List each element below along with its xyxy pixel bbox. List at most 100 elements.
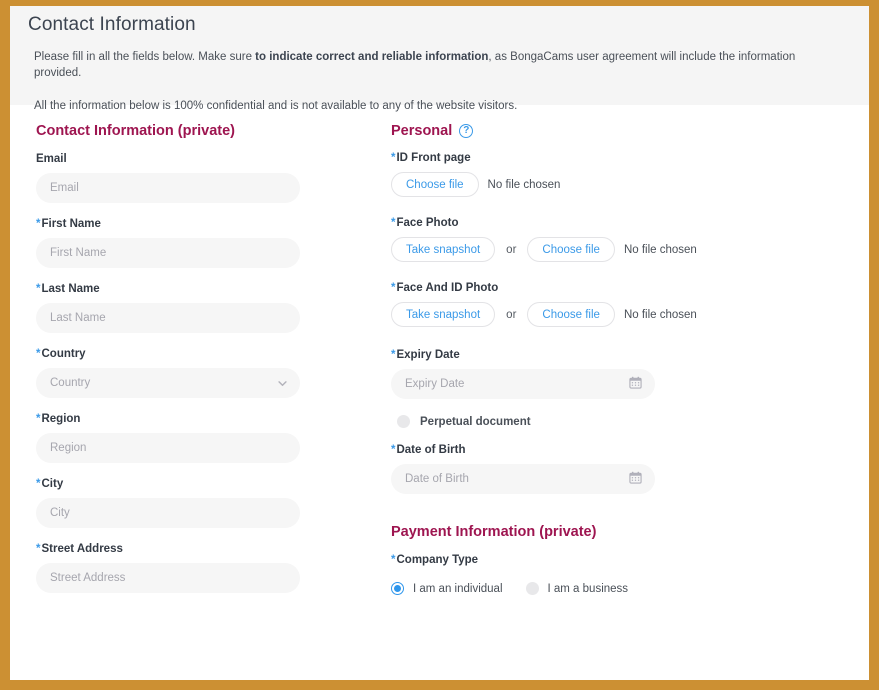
perpetual-document-row[interactable]: Perpetual document: [397, 415, 842, 428]
label-city-text: City: [41, 478, 64, 490]
label-face-and-id-photo: *Face And ID Photo: [391, 282, 842, 294]
label-region: *Region: [36, 413, 382, 425]
field-email: Email Email: [36, 153, 382, 203]
country-select[interactable]: Country: [36, 368, 300, 398]
last-name-input[interactable]: Last Name: [36, 303, 300, 333]
calendar-icon[interactable]: [629, 471, 642, 487]
label-country-text: Country: [41, 348, 86, 360]
id-front-choose-file-button[interactable]: Choose file: [391, 172, 479, 197]
label-expiry-date: *Expiry Date: [391, 349, 842, 361]
region-input[interactable]: Region: [36, 433, 300, 463]
personal-title-text: Personal: [391, 123, 453, 139]
last-name-placeholder: Last Name: [50, 312, 106, 324]
date-of-birth-input[interactable]: Date of Birth: [391, 464, 655, 494]
page-frame: Contact Information Please fill in all t…: [0, 0, 879, 690]
label-expiry-date-text: Expiry Date: [396, 349, 460, 361]
field-id-front-page: *ID Front page Choose file No file chose…: [391, 152, 842, 197]
face-photo-choose-file-button[interactable]: Choose file: [527, 237, 615, 262]
face-and-id-choose-file-button[interactable]: Choose file: [527, 302, 615, 327]
required-asterisk: *: [36, 543, 41, 555]
radio-individual-label: I am an individual: [413, 582, 503, 595]
payment-section-title: Payment Information (private): [391, 524, 597, 540]
expiry-date-input[interactable]: Expiry Date: [391, 369, 655, 399]
required-asterisk: *: [391, 152, 396, 164]
face-and-id-file-status: No file chosen: [623, 308, 697, 321]
page-title: Contact Information: [28, 14, 196, 35]
face-photo-or-label: or: [506, 243, 517, 256]
required-asterisk: *: [36, 283, 41, 295]
radio-individual[interactable]: [391, 582, 404, 595]
perpetual-document-label: Perpetual document: [420, 415, 531, 428]
city-input[interactable]: City: [36, 498, 300, 528]
intro-paragraph-1: Please fill in all the fields below. Mak…: [34, 50, 845, 81]
contact-information-column: Contact Information (private) Email Emai…: [10, 105, 382, 608]
face-photo-file-status: No file chosen: [623, 243, 697, 256]
contact-information-page: Contact Information Please fill in all t…: [10, 6, 869, 680]
label-last-name-text: Last Name: [41, 283, 100, 295]
email-input[interactable]: Email: [36, 173, 300, 203]
personal-section-title: Personal ?: [391, 123, 842, 139]
required-asterisk: *: [36, 413, 41, 425]
question-mark-icon[interactable]: ?: [459, 124, 474, 138]
required-asterisk: *: [36, 348, 41, 360]
field-face-photo: *Face Photo Take snapshot or Choose file…: [391, 217, 842, 262]
intro-text-bold: to indicate correct and reliable informa…: [255, 51, 489, 63]
chevron-down-icon: [278, 379, 287, 387]
company-type-radio-group: I am an individual I am a business: [391, 582, 842, 595]
label-street-address: *Street Address: [36, 543, 382, 555]
face-photo-take-snapshot-button[interactable]: Take snapshot: [391, 237, 496, 262]
label-face-photo-text: Face Photo: [396, 217, 459, 229]
id-front-file-status: No file chosen: [487, 178, 561, 191]
label-company-type: *Company Type: [391, 554, 842, 566]
region-placeholder: Region: [50, 442, 87, 454]
first-name-input[interactable]: First Name: [36, 238, 300, 268]
country-placeholder: Country: [50, 377, 91, 389]
street-address-placeholder: Street Address: [50, 572, 126, 584]
form-columns: Contact Information (private) Email Emai…: [10, 105, 869, 608]
calendar-icon[interactable]: [629, 376, 642, 392]
field-region: *Region Region: [36, 413, 382, 463]
expiry-date-placeholder: Expiry Date: [405, 378, 465, 390]
required-asterisk: *: [36, 218, 41, 230]
required-asterisk: *: [391, 444, 396, 456]
label-first-name: *First Name: [36, 218, 382, 230]
label-company-type-text: Company Type: [396, 554, 479, 566]
label-country: *Country: [36, 348, 382, 360]
radio-business-label: I am a business: [547, 582, 629, 595]
required-asterisk: *: [391, 282, 396, 294]
label-date-of-birth-text: Date of Birth: [396, 444, 466, 456]
label-id-front-page-text: ID Front page: [396, 152, 471, 164]
field-last-name: *Last Name Last Name: [36, 283, 382, 333]
street-address-input[interactable]: Street Address: [36, 563, 300, 593]
field-first-name: *First Name First Name: [36, 218, 382, 268]
label-first-name-text: First Name: [41, 218, 101, 230]
label-email-text: Email: [36, 153, 67, 165]
required-asterisk: *: [391, 349, 396, 361]
field-expiry-date: *Expiry Date Expiry Date: [391, 349, 842, 399]
page-header: Contact Information Please fill in all t…: [10, 6, 869, 112]
field-country: *Country Country: [36, 348, 382, 398]
perpetual-document-checkbox[interactable]: [397, 415, 410, 428]
label-id-front-page: *ID Front page: [391, 152, 842, 164]
city-placeholder: City: [50, 507, 70, 519]
face-and-id-or-label: or: [506, 308, 517, 321]
label-face-photo: *Face Photo: [391, 217, 842, 229]
field-street-address: *Street Address Street Address: [36, 543, 382, 593]
contact-section-title: Contact Information (private): [36, 123, 235, 139]
personal-column: Personal ? *ID Front page Choose file No…: [382, 105, 842, 608]
label-date-of-birth: *Date of Birth: [391, 444, 842, 456]
field-city: *City City: [36, 478, 382, 528]
label-city: *City: [36, 478, 382, 490]
radio-business[interactable]: [525, 582, 539, 595]
intro-text-part-1: Please fill in all the fields below. Mak…: [34, 51, 256, 63]
field-date-of-birth: *Date of Birth Date of Birth: [391, 444, 842, 494]
face-photo-file-row: Take snapshot or Choose file No file cho…: [391, 237, 842, 262]
face-and-id-take-snapshot-button[interactable]: Take snapshot: [391, 302, 496, 327]
face-and-id-file-row: Take snapshot or Choose file No file cho…: [391, 302, 842, 327]
label-street-address-text: Street Address: [41, 543, 123, 555]
label-last-name: *Last Name: [36, 283, 382, 295]
required-asterisk: *: [391, 217, 396, 229]
date-of-birth-placeholder: Date of Birth: [405, 473, 469, 485]
label-email: Email: [36, 153, 382, 165]
field-face-and-id-photo: *Face And ID Photo Take snapshot or Choo…: [391, 282, 842, 327]
